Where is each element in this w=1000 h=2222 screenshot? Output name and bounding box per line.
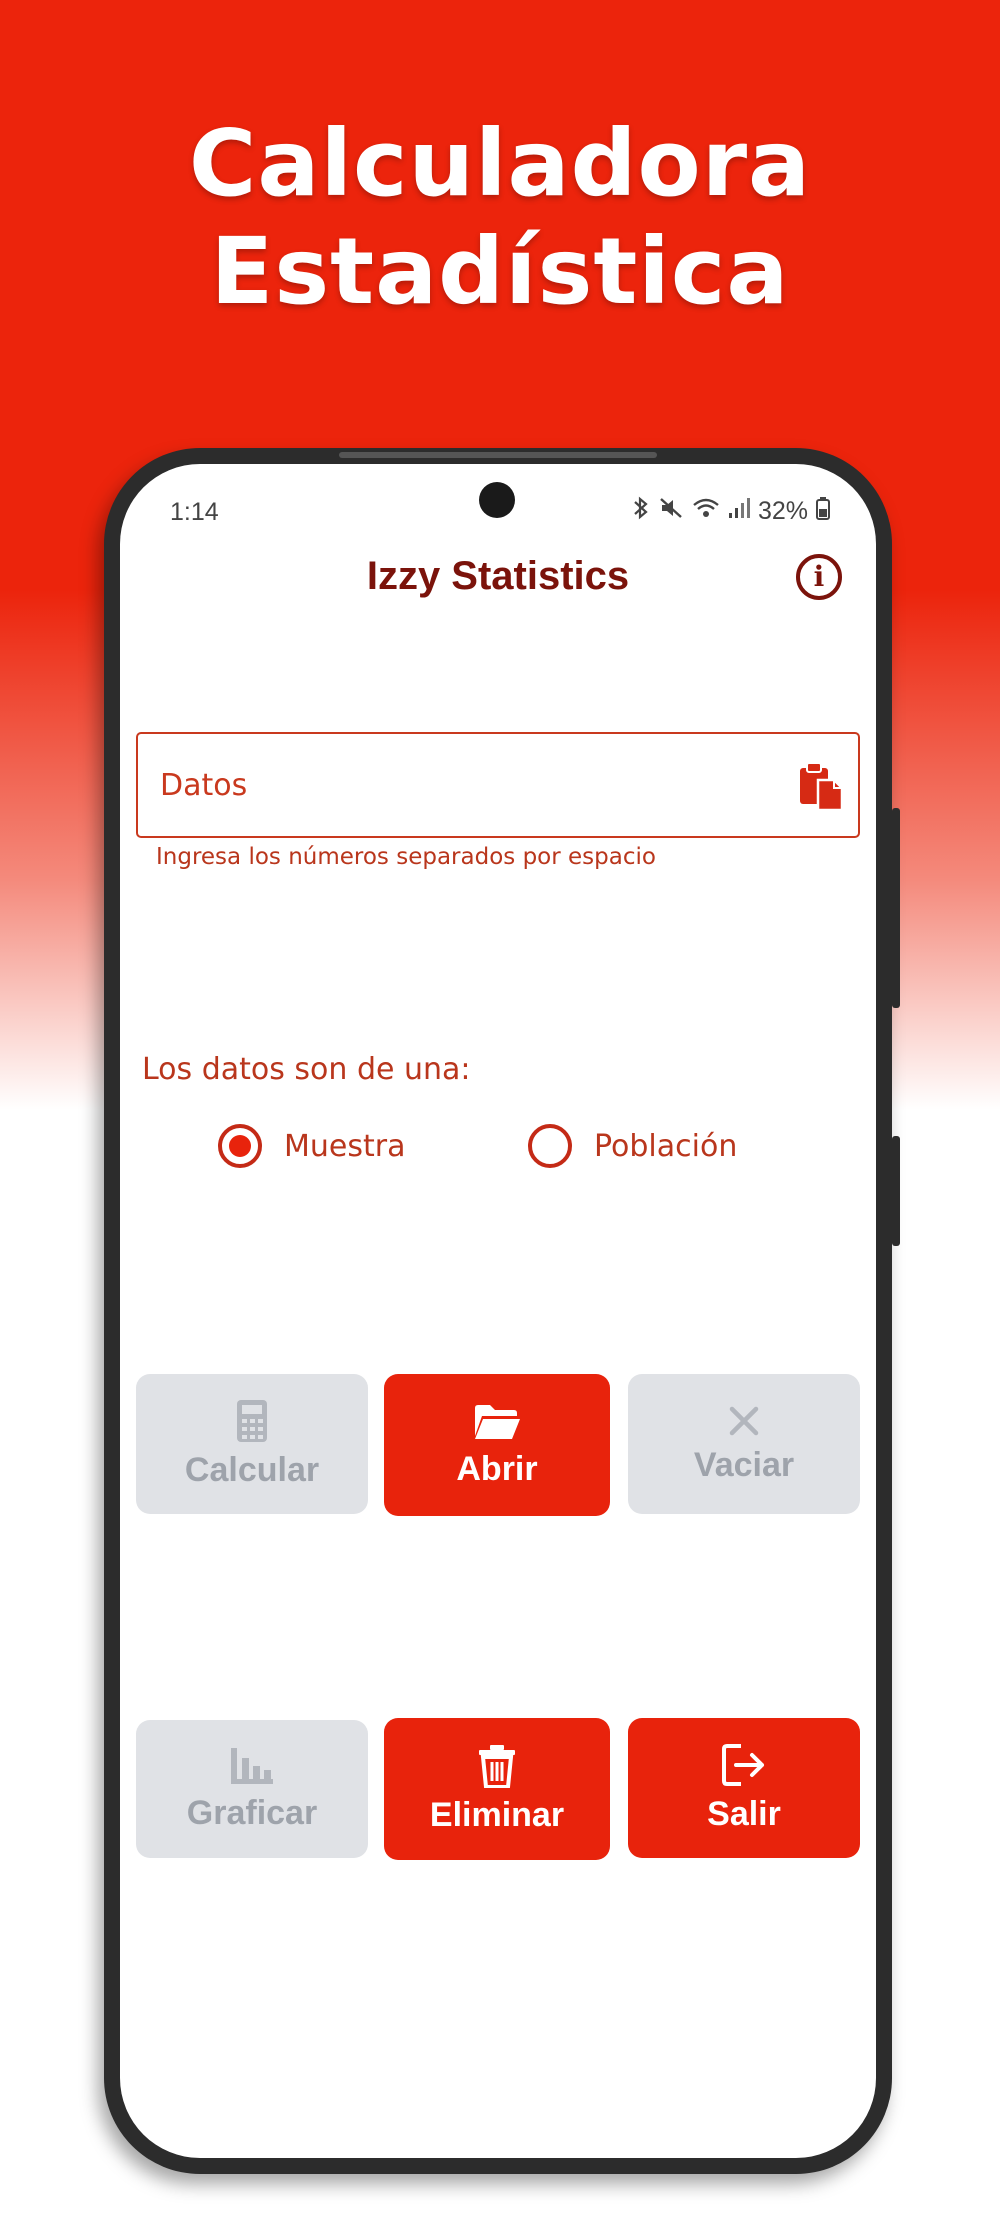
phone-screen: 1:14 32% Izzy Statistics i Datos Ingresa…: [120, 464, 876, 2158]
data-input[interactable]: [158, 734, 762, 836]
abrir-button[interactable]: Abrir: [384, 1374, 610, 1516]
radio-poblacion-circle[interactable]: [528, 1124, 572, 1168]
promo-line-1: Calculadora: [188, 110, 812, 217]
phone-speaker: [339, 452, 657, 458]
bluetooth-icon: [632, 496, 650, 527]
app-title: Izzy Statistics: [366, 554, 630, 598]
status-icons: 32%: [632, 496, 830, 527]
graficar-button[interactable]: Graficar: [136, 1720, 368, 1858]
data-type-label: Los datos son de una:: [142, 1052, 471, 1087]
radio-muestra-label: Muestra: [284, 1128, 406, 1164]
promo-line-2: Estadística: [210, 218, 790, 325]
trash-icon: [477, 1744, 517, 1788]
signal-icon: [728, 496, 750, 527]
data-field[interactable]: [136, 732, 860, 838]
battery-level: 32%: [757, 497, 808, 525]
vaciar-label: Vaciar: [693, 1445, 795, 1484]
status-time: 1:14: [170, 498, 219, 526]
salir-button[interactable]: Salir: [628, 1718, 860, 1858]
data-helper-text: Ingresa los números separados por espaci…: [156, 844, 656, 870]
eliminar-button[interactable]: Eliminar: [384, 1718, 610, 1860]
wifi-icon: [692, 496, 720, 527]
bar-chart-icon: [229, 1746, 275, 1786]
mute-icon: [658, 496, 684, 527]
close-icon: [727, 1404, 761, 1438]
promo-headline: Calculadora Estadística: [0, 110, 1000, 326]
radio-muestra[interactable]: Muestra: [218, 1124, 405, 1168]
logout-icon: [721, 1743, 767, 1787]
radio-poblacion[interactable]: Población: [528, 1124, 737, 1168]
calculator-icon: [236, 1399, 268, 1443]
folder-open-icon: [472, 1402, 522, 1442]
calcular-label: Calcular: [184, 1450, 320, 1489]
radio-poblacion-label: Población: [594, 1128, 738, 1164]
calcular-button[interactable]: Calcular: [136, 1374, 368, 1514]
radio-muestra-circle[interactable]: [218, 1124, 262, 1168]
salir-label: Salir: [707, 1794, 781, 1833]
clipboard-paste-icon[interactable]: [796, 760, 846, 812]
phone-power-button: [892, 808, 900, 1008]
vaciar-button[interactable]: Vaciar: [628, 1374, 860, 1514]
info-icon[interactable]: i: [796, 554, 842, 600]
phone-frame: 1:14 32% Izzy Statistics i Datos Ingresa…: [104, 448, 900, 2174]
abrir-label: Abrir: [456, 1449, 538, 1488]
phone-volume-button: [892, 1136, 900, 1246]
eliminar-label: Eliminar: [429, 1795, 565, 1834]
battery-icon: [816, 496, 830, 527]
graficar-label: Graficar: [186, 1793, 318, 1832]
front-camera: [479, 482, 515, 518]
